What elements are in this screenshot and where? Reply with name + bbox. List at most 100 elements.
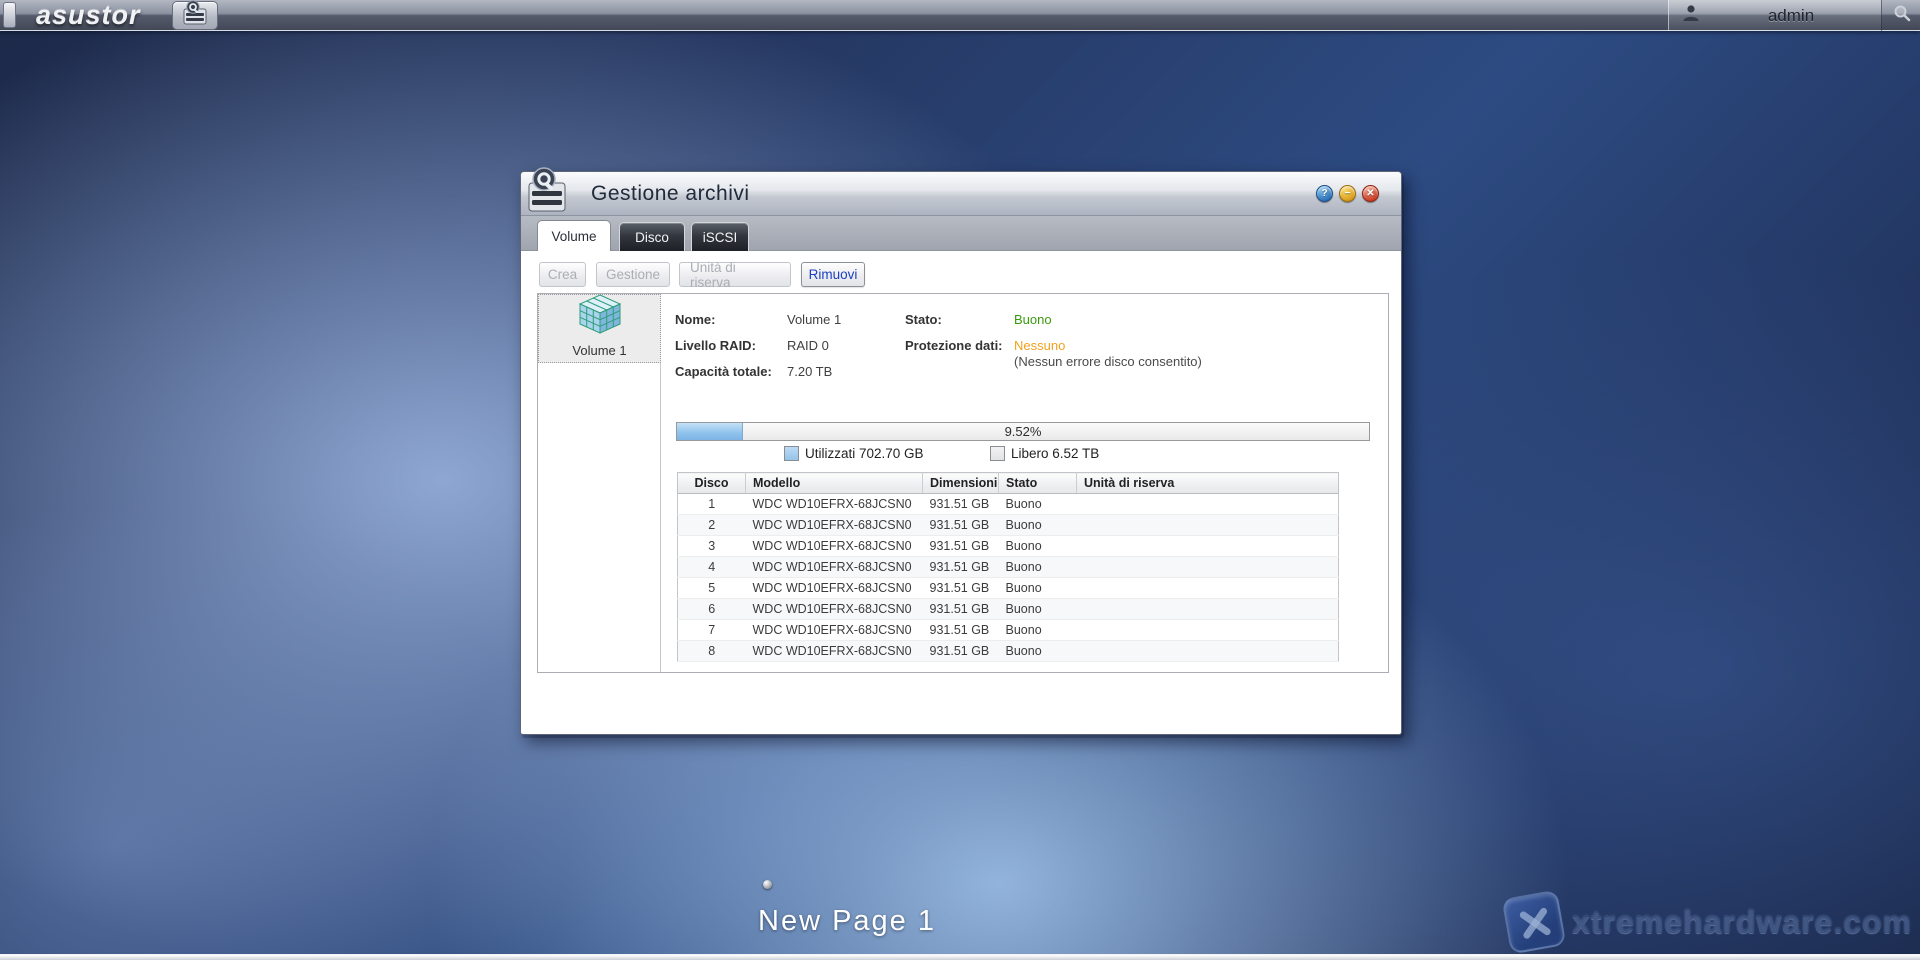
cell-spare: [1077, 620, 1339, 641]
usage-percent-label: 9.52%: [677, 423, 1369, 440]
cell-spare: [1077, 536, 1339, 557]
rimuovi-button[interactable]: Rimuovi: [801, 262, 865, 287]
taskbar-grip: [3, 2, 16, 28]
close-button[interactable]: ✕: [1362, 185, 1379, 202]
table-row[interactable]: 3 WDC WD10EFRX-68JCSN0 931.51 GB Buono: [678, 536, 1339, 557]
volume-detail: Nome: Volume 1 Stato: Buono Livello RAID…: [662, 294, 1388, 672]
cell-status: Buono: [999, 599, 1077, 620]
used-legend-label: Utilizzati 702.70 GB: [805, 446, 924, 462]
cell-disk: 6: [678, 599, 746, 620]
cell-spare: [1077, 578, 1339, 599]
volume-cube-icon: [577, 293, 623, 341]
col-disco[interactable]: Disco: [678, 473, 746, 494]
cell-disk: 2: [678, 515, 746, 536]
col-modello[interactable]: Modello: [746, 473, 923, 494]
cell-disk: 1: [678, 494, 746, 515]
cell-size: 931.51 GB: [923, 578, 999, 599]
cell-status: Buono: [999, 578, 1077, 599]
name-value: Volume 1: [787, 312, 841, 327]
protection-note: (Nessun errore disco consentito): [1014, 354, 1202, 369]
cell-status: Buono: [999, 641, 1077, 662]
cell-size: 931.51 GB: [923, 536, 999, 557]
raid-label: Livello RAID:: [675, 338, 756, 353]
storage-manager-icon: [181, 0, 209, 31]
cell-spare: [1077, 599, 1339, 620]
watermark-text: xtremehardware.com: [1572, 904, 1912, 941]
cell-spare: [1077, 494, 1339, 515]
storage-manager-icon: [525, 167, 569, 220]
cell-disk: 3: [678, 536, 746, 557]
capacity-label: Capacità totale:: [675, 364, 772, 379]
top-taskbar: asustor admin: [0, 0, 1920, 31]
table-row[interactable]: 6 WDC WD10EFRX-68JCSN0 931.51 GB Buono: [678, 599, 1339, 620]
cell-size: 931.51 GB: [923, 599, 999, 620]
cell-disk: 5: [678, 578, 746, 599]
taskbar-storage-manager-button[interactable]: [172, 1, 218, 30]
gestione-button[interactable]: Gestione: [596, 262, 670, 287]
cell-status: Buono: [999, 494, 1077, 515]
usage-progress-bar: 9.52%: [676, 422, 1370, 441]
cell-model: WDC WD10EFRX-68JCSN0: [746, 599, 923, 620]
search-button[interactable]: [1884, 0, 1920, 31]
cell-disk: 7: [678, 620, 746, 641]
volume-list-item[interactable]: Volume 1: [538, 294, 661, 363]
watermark: xtremehardware.com: [1506, 894, 1912, 950]
cell-model: WDC WD10EFRX-68JCSN0: [746, 536, 923, 557]
volume-panel: Volume 1 Nome: Volume 1 Stato: Buono Liv…: [537, 293, 1389, 673]
cell-model: WDC WD10EFRX-68JCSN0: [746, 494, 923, 515]
cell-spare: [1077, 515, 1339, 536]
cell-model: WDC WD10EFRX-68JCSN0: [746, 620, 923, 641]
cell-size: 931.51 GB: [923, 557, 999, 578]
storage-manager-window: Gestione archivi ? − ✕ Volume Disco iSCS…: [520, 171, 1402, 735]
username-label: admin: [1701, 6, 1881, 26]
status-value: Buono: [1014, 312, 1052, 327]
disk-table: Disco Modello Dimensioni Stato Unità di …: [677, 472, 1339, 662]
cell-spare: [1077, 557, 1339, 578]
used-legend-swatch: [784, 446, 799, 461]
tab-disco[interactable]: Disco: [619, 222, 685, 251]
table-row[interactable]: 7 WDC WD10EFRX-68JCSN0 931.51 GB Buono: [678, 620, 1339, 641]
cell-size: 931.51 GB: [923, 494, 999, 515]
cell-status: Buono: [999, 557, 1077, 578]
table-row[interactable]: 2 WDC WD10EFRX-68JCSN0 931.51 GB Buono: [678, 515, 1339, 536]
cell-disk: 8: [678, 641, 746, 662]
col-stato[interactable]: Stato: [999, 473, 1077, 494]
name-label: Nome:: [675, 312, 715, 327]
cell-size: 931.51 GB: [923, 620, 999, 641]
unita-di-riserva-button[interactable]: Unità di riserva: [679, 262, 791, 287]
user-icon: [1681, 3, 1701, 28]
tab-volume[interactable]: Volume: [537, 220, 611, 251]
tab-iscsi[interactable]: iSCSI: [691, 222, 749, 251]
table-row[interactable]: 4 WDC WD10EFRX-68JCSN0 931.51 GB Buono: [678, 557, 1339, 578]
table-row[interactable]: 5 WDC WD10EFRX-68JCSN0 931.51 GB Buono: [678, 578, 1339, 599]
crea-button[interactable]: Crea: [539, 262, 586, 287]
raid-value: RAID 0: [787, 338, 829, 353]
protection-value: Nessuno: [1014, 338, 1065, 353]
desktop-wallpaper: asustor admin: [0, 0, 1920, 960]
asustor-logo: asustor: [36, 0, 141, 31]
cell-status: Buono: [999, 536, 1077, 557]
tab-strip: Volume Disco iSCSI: [521, 216, 1401, 251]
page-title: New Page 1: [758, 905, 936, 938]
capacity-value: 7.20 TB: [787, 364, 832, 379]
cell-model: WDC WD10EFRX-68JCSN0: [746, 557, 923, 578]
cell-model: WDC WD10EFRX-68JCSN0: [746, 641, 923, 662]
bottom-edge-strip: [0, 954, 1920, 960]
volume-list-item-label: Volume 1: [572, 343, 626, 358]
xtremehardware-logo-icon: [1502, 890, 1567, 955]
status-label: Stato:: [905, 312, 942, 327]
table-row[interactable]: 8 WDC WD10EFRX-68JCSN0 931.51 GB Buono: [678, 641, 1339, 662]
col-unita-riserva[interactable]: Unità di riserva: [1077, 473, 1339, 494]
cell-status: Buono: [999, 620, 1077, 641]
help-button[interactable]: ?: [1316, 185, 1333, 202]
cell-disk: 4: [678, 557, 746, 578]
user-menu[interactable]: admin: [1668, 0, 1882, 31]
search-icon: [1893, 4, 1911, 27]
free-legend-swatch: [990, 446, 1005, 461]
window-titlebar[interactable]: Gestione archivi ? − ✕: [521, 172, 1401, 216]
minimize-button[interactable]: −: [1339, 185, 1356, 202]
disk-table-header: Disco Modello Dimensioni Stato Unità di …: [678, 473, 1339, 494]
page-bullet-dot: [763, 880, 772, 889]
table-row[interactable]: 1 WDC WD10EFRX-68JCSN0 931.51 GB Buono: [678, 494, 1339, 515]
col-dimensioni[interactable]: Dimensioni: [923, 473, 999, 494]
